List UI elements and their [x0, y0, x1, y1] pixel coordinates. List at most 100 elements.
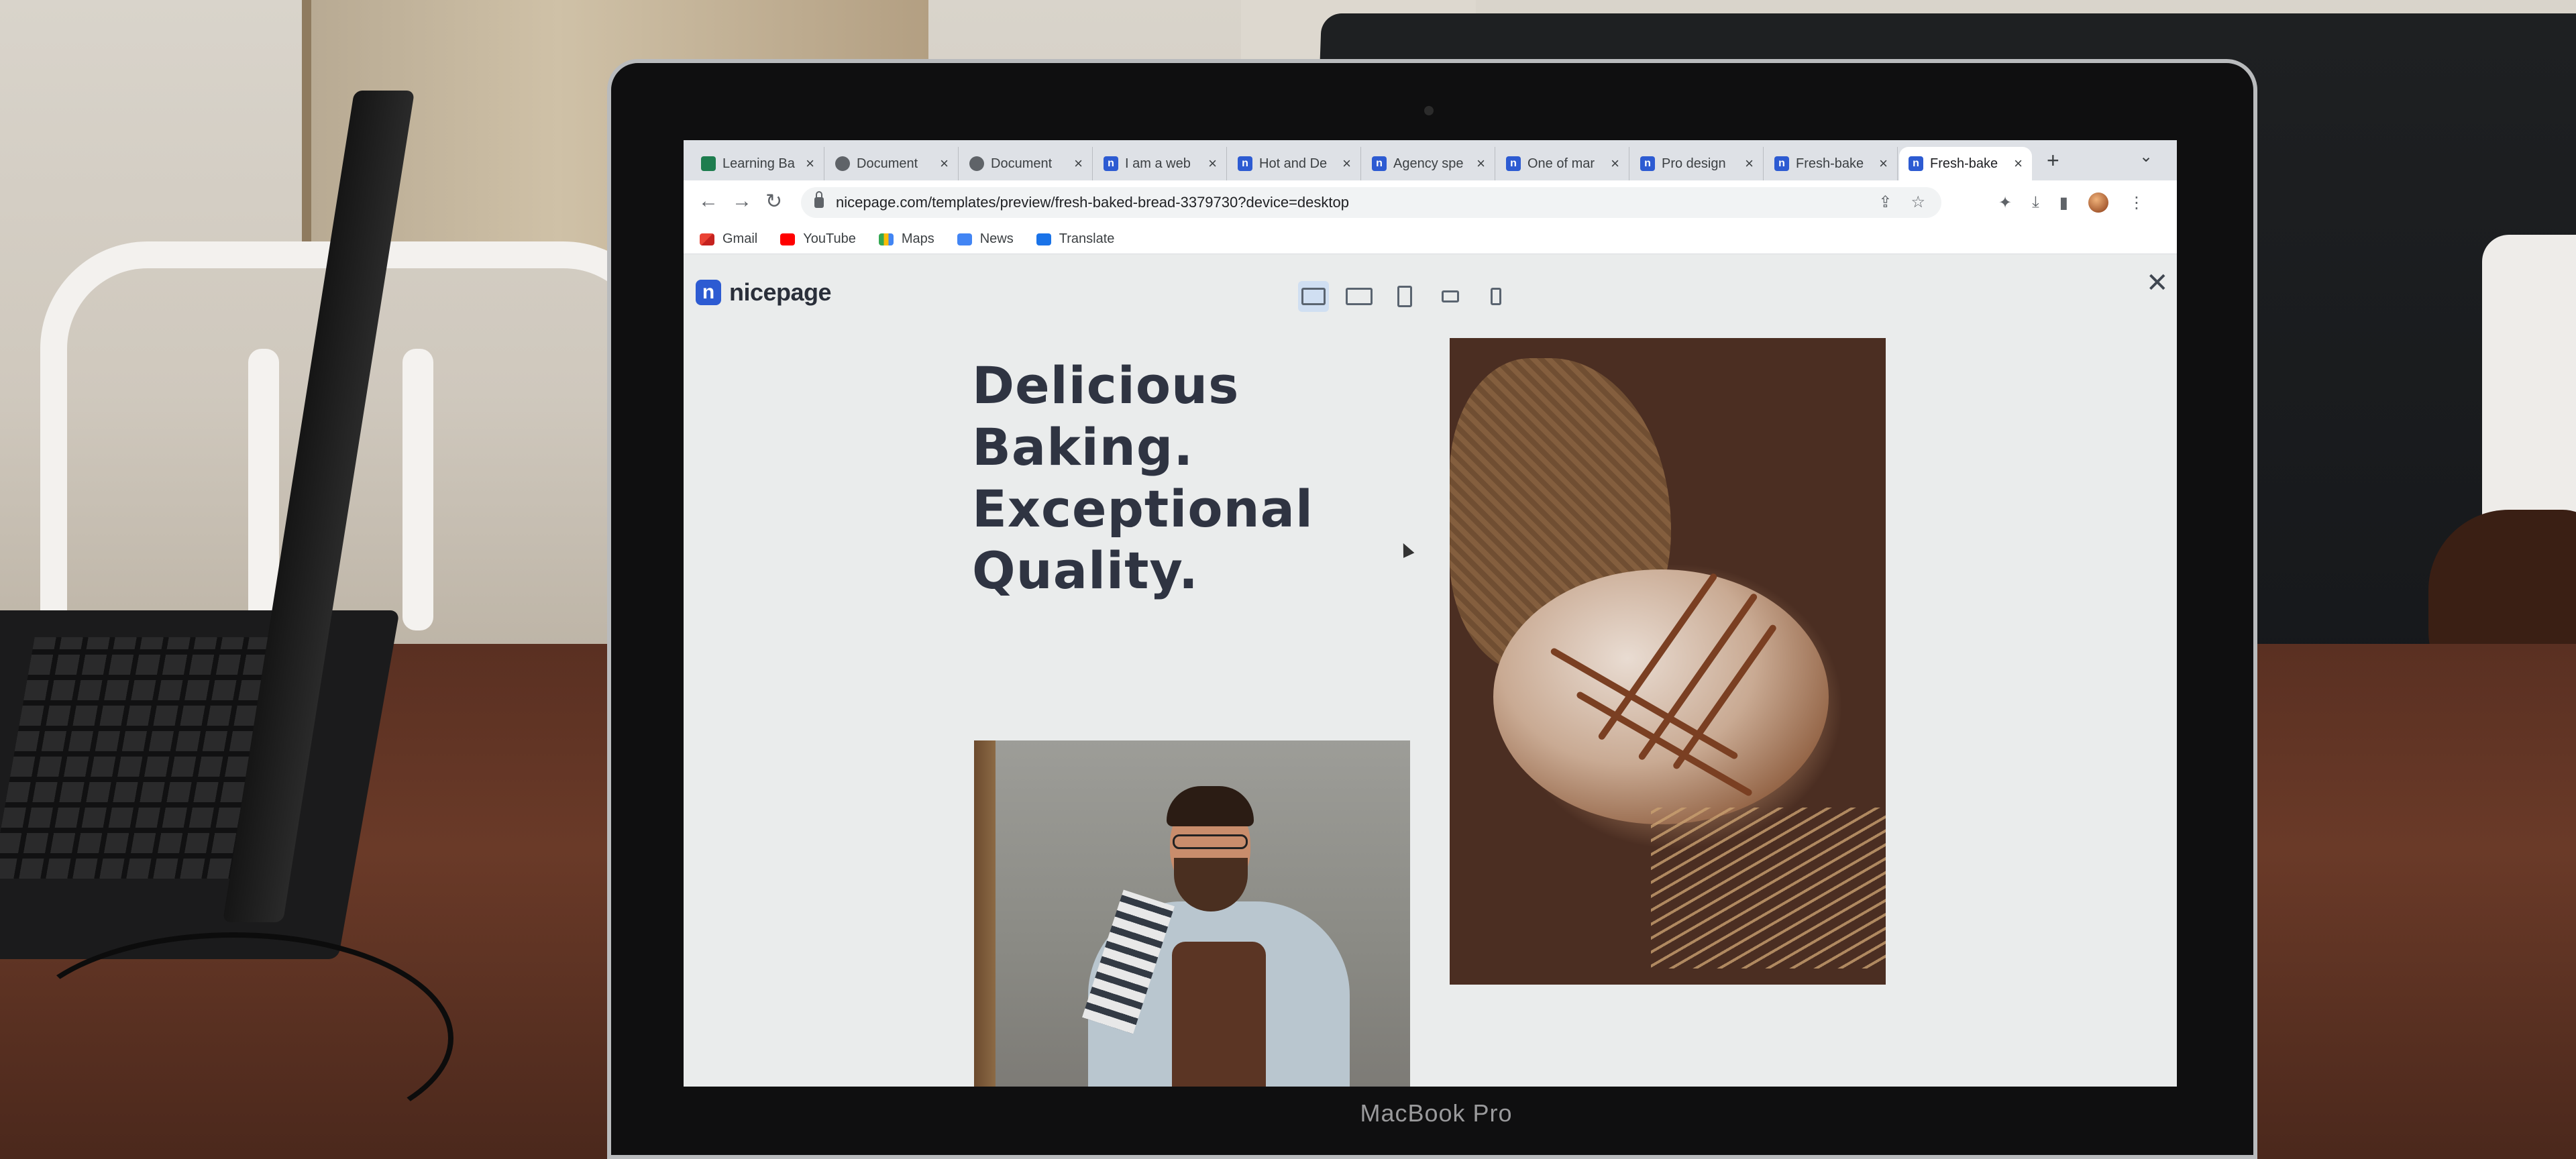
tab-title: I am a web — [1125, 156, 1191, 171]
globe-favicon — [835, 156, 850, 171]
bread-loaf — [1493, 569, 1829, 824]
phone-icon — [1491, 288, 1501, 305]
close-tab-icon[interactable]: × — [1342, 155, 1351, 172]
cable — [13, 932, 453, 1144]
close-tab-icon[interactable]: × — [1611, 155, 1619, 172]
toolbar-actions: ✦ ⤓ ▮ ⋮ — [1998, 192, 2145, 213]
forward-icon[interactable]: → — [732, 190, 752, 213]
baker-hair — [1167, 786, 1254, 826]
close-tab-icon[interactable]: × — [940, 155, 949, 172]
close-tab-icon[interactable]: × — [806, 155, 814, 172]
tab[interactable]: n Agency spe × — [1362, 147, 1495, 180]
phone-landscape-view-button[interactable] — [1435, 281, 1466, 312]
tab[interactable]: n Fresh-bake × — [1765, 147, 1898, 180]
translate-icon — [1036, 233, 1051, 245]
youtube-icon — [780, 233, 796, 245]
tab-title: Document — [857, 156, 918, 171]
laptop-view-button[interactable] — [1344, 281, 1375, 312]
close-tab-icon[interactable]: × — [1745, 155, 1754, 172]
close-tab-icon[interactable]: × — [2014, 155, 2023, 172]
wheat-stalks — [1651, 808, 1886, 969]
bookmarks-bar: Gmail YouTube Maps News Translate — [684, 225, 2177, 254]
bookmark-star-icon[interactable]: ☆ — [1911, 192, 1925, 212]
url-text[interactable]: nicepage.com/templates/preview/fresh-bak… — [836, 194, 1349, 211]
tab[interactable]: n Pro design × — [1631, 147, 1764, 180]
mouse-cursor — [1397, 541, 1415, 558]
browser-toolbar: ← → ↻ nicepage.com/templates/preview/fre… — [684, 180, 2177, 225]
bookmark-translate[interactable]: Translate — [1036, 231, 1115, 247]
tab-active[interactable]: n Fresh-bake × — [1899, 147, 2032, 180]
nicepage-logo[interactable]: n nicepage — [696, 278, 832, 307]
tab-title: Hot and De — [1259, 156, 1328, 171]
share-icon[interactable]: ⇪ — [1878, 192, 1892, 212]
tab[interactable]: Document × — [826, 147, 959, 180]
laptop-screen: Learning Ba × Document × Document × n I … — [684, 140, 2177, 1087]
phone-view-button[interactable] — [1481, 281, 1511, 312]
close-tab-icon[interactable]: × — [1879, 155, 1888, 172]
baker-photo — [974, 740, 1410, 1087]
nicepage-logo-mark: n — [696, 280, 721, 305]
extensions-icon[interactable]: ✦ — [1998, 193, 2012, 213]
nicepage-favicon: n — [1104, 156, 1118, 171]
headline-line: Exceptional — [972, 479, 1313, 539]
bookmark-gmail[interactable]: Gmail — [700, 231, 757, 247]
bookmark-label: Translate — [1059, 231, 1115, 246]
lock-icon[interactable] — [814, 191, 824, 208]
hero-headline: Delicious Baking. Exceptional Quality. — [972, 355, 1348, 602]
close-preview-icon[interactable]: ✕ — [2146, 268, 2169, 298]
bookmark-maps[interactable]: Maps — [878, 231, 934, 247]
reload-icon[interactable]: ↻ — [765, 190, 782, 213]
tablet-icon — [1397, 286, 1412, 307]
tab-title: One of mar — [1527, 156, 1595, 171]
nicepage-favicon: n — [1238, 156, 1252, 171]
device-preview-switcher — [1298, 281, 1511, 312]
tab-title: Agency spe — [1393, 156, 1464, 171]
address-bar[interactable]: nicepage.com/templates/preview/fresh-bak… — [801, 187, 1941, 218]
tab-search-icon[interactable]: ⌄ — [2139, 147, 2153, 166]
headline-line: Delicious — [972, 355, 1240, 415]
bookmark-label: Gmail — [722, 231, 758, 246]
desktop-view-button[interactable] — [1298, 281, 1329, 312]
tab[interactable]: n I am a web × — [1094, 147, 1227, 180]
menu-kebab-icon[interactable]: ⋮ — [2129, 193, 2145, 213]
tab-title: Pro design — [1662, 156, 1726, 171]
bookmark-news[interactable]: News — [957, 231, 1014, 247]
macbook: MacBook Pro Learning Ba × Document × Doc… — [607, 59, 2257, 1159]
chair-slat — [402, 349, 433, 630]
maps-icon — [878, 233, 894, 245]
bookmark-label: News — [979, 231, 1014, 246]
nicepage-favicon: n — [1506, 156, 1521, 171]
headline-line: Baking. — [972, 417, 1194, 477]
nicepage-favicon: n — [1640, 156, 1655, 171]
tab[interactable]: Document × — [960, 147, 1093, 180]
tab[interactable]: Learning Ba × — [692, 147, 824, 180]
gmail-icon — [700, 233, 714, 245]
learning-favicon — [701, 156, 716, 171]
template-preview-page: n nicepage ✕ Delicious Baking. Exception… — [684, 254, 2177, 1087]
new-tab-button[interactable]: + — [2047, 148, 2059, 173]
webcam — [1424, 106, 1434, 115]
bread-photo — [1450, 338, 1886, 985]
wooden-frame — [974, 740, 996, 1087]
download-icon[interactable]: ⤓ — [2032, 193, 2039, 212]
laptop-icon — [1346, 288, 1373, 305]
profile-avatar[interactable] — [2088, 192, 2108, 213]
tablet-view-button[interactable] — [1389, 281, 1420, 312]
bookmark-label: Maps — [901, 231, 934, 246]
nicepage-favicon: n — [1774, 156, 1789, 171]
chair-slat — [248, 349, 279, 630]
globe-favicon — [969, 156, 984, 171]
bookmark-youtube[interactable]: YouTube — [780, 231, 856, 247]
baker-apron — [1172, 942, 1266, 1087]
tab-title: Learning Ba — [722, 156, 795, 171]
close-tab-icon[interactable]: × — [1074, 155, 1083, 172]
tab[interactable]: n One of mar × — [1497, 147, 1629, 180]
close-tab-icon[interactable]: × — [1208, 155, 1217, 172]
nicepage-favicon: n — [1372, 156, 1387, 171]
tab[interactable]: n Hot and De × — [1228, 147, 1361, 180]
baker-glasses — [1173, 834, 1248, 849]
close-tab-icon[interactable]: × — [1477, 155, 1485, 172]
phone-landscape-icon — [1442, 290, 1459, 302]
side-panel-icon[interactable]: ▮ — [2059, 193, 2068, 213]
back-icon[interactable]: ← — [698, 190, 718, 213]
